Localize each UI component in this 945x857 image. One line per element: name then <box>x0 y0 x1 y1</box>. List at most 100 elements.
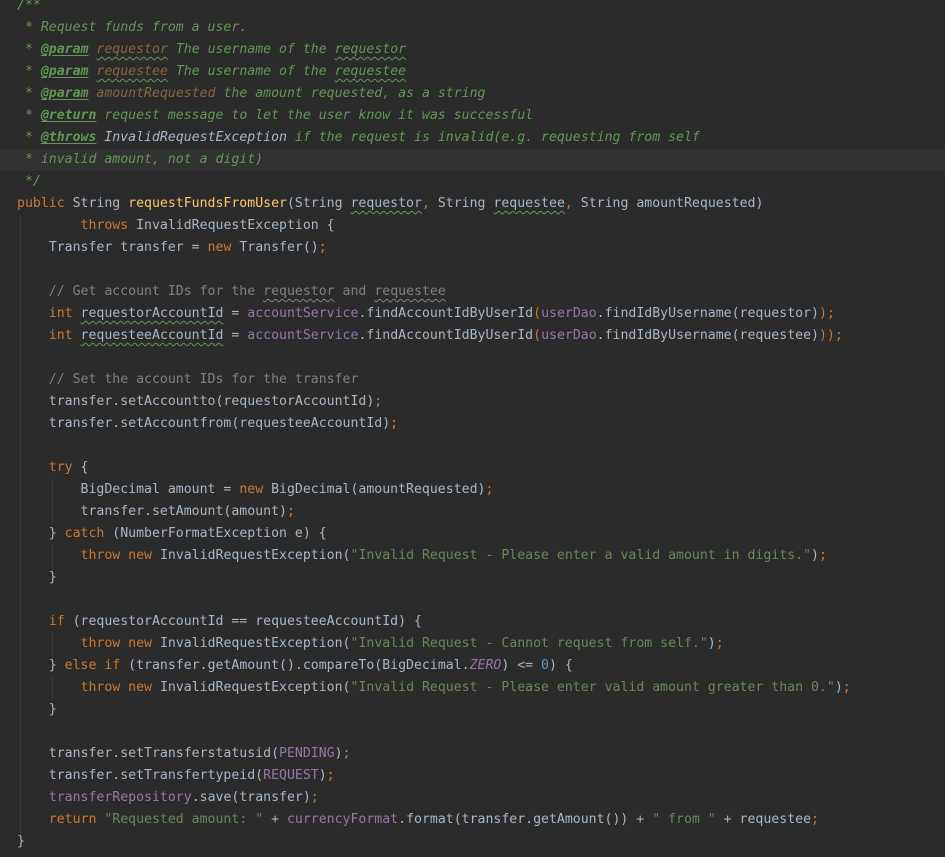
indent-guide <box>52 633 53 655</box>
code-token: * <box>17 130 41 145</box>
code-line[interactable]: } <box>0 699 945 721</box>
code-token: InvalidRequestException( <box>159 548 351 563</box>
code-token: requestor <box>350 196 422 211</box>
code-token: } <box>17 570 57 585</box>
code-token: requestee <box>374 284 446 299</box>
code-token: .findIdByUsername(requestee) <box>596 328 819 343</box>
code-token: ; <box>390 416 399 431</box>
code-line-text: // Get account IDs for the requestor and… <box>17 281 446 303</box>
code-line[interactable]: int requesteeAccountId = accountService.… <box>0 325 945 347</box>
code-line[interactable]: // Set the account IDs for the transfer <box>0 369 945 391</box>
code-line[interactable]: } catch (NumberFormatException e) { <box>0 523 945 545</box>
code-token: PENDING <box>279 746 335 761</box>
code-line[interactable]: * @param amountRequested the amount requ… <box>0 83 945 105</box>
code-line[interactable]: // Get account IDs for the requestor and… <box>0 281 945 303</box>
code-token: ) <box>318 768 327 783</box>
code-token: .findIdByUsername(requestor) <box>596 306 819 321</box>
code-token: String <box>437 196 494 211</box>
code-line[interactable]: * @param requestor The username of the r… <box>0 39 945 61</box>
code-token: { <box>80 460 89 475</box>
indent-guide <box>20 215 21 831</box>
code-line[interactable]: throws InvalidRequestException { <box>0 215 945 237</box>
code-line[interactable]: try { <box>0 457 945 479</box>
code-line[interactable]: transferRepository.save(transfer); <box>0 787 945 809</box>
code-token: = <box>223 306 248 321</box>
code-line[interactable]: transfer.setAmount(amount); <box>0 501 945 523</box>
code-line[interactable]: * invalid amount, not a digit) <box>0 149 945 171</box>
code-token: = <box>223 328 248 343</box>
code-token: } <box>17 526 65 541</box>
code-token: } <box>17 658 65 673</box>
code-token: ; <box>318 240 327 255</box>
code-line[interactable]: } <box>0 567 945 589</box>
code-token: requestor <box>263 284 335 299</box>
code-line[interactable]: int requestorAccountId = accountService.… <box>0 303 945 325</box>
code-line[interactable] <box>0 589 945 611</box>
code-line[interactable]: throw new InvalidRequestException("Inval… <box>0 677 945 699</box>
code-line[interactable]: transfer.setAccountfrom(requesteeAccount… <box>0 413 945 435</box>
code-line[interactable]: transfer.setTransfertypeid(REQUEST); <box>0 765 945 787</box>
code-line[interactable]: BigDecimal amount = new BigDecimal(amoun… <box>0 479 945 501</box>
code-editor[interactable]: /** * Request funds from a user. * @para… <box>0 0 945 857</box>
code-line[interactable]: Transfer transfer = new Transfer(); <box>0 237 945 259</box>
code-token: ; <box>811 812 819 827</box>
code-line[interactable]: transfer.setAccountto(requestorAccountId… <box>0 391 945 413</box>
code-token: requestor <box>96 42 168 57</box>
code-token: * <box>17 64 41 79</box>
code-line[interactable]: } <box>0 831 945 853</box>
code-token: the amount requested, as a string <box>215 86 486 101</box>
code-line[interactable]: public String requestFundsFromUser(Strin… <box>0 193 945 215</box>
code-line-text: public String requestFundsFromUser(Strin… <box>17 193 763 215</box>
code-token: Transfer transfer = <box>17 240 208 255</box>
code-line[interactable]: * @param requestee The username of the r… <box>0 61 945 83</box>
code-token: transferRepository <box>48 790 192 805</box>
code-line-text: * @param requestee The username of the r… <box>17 61 406 83</box>
code-token: accountService <box>247 328 359 343</box>
code-token: .findAccountIdByUserId <box>358 306 534 321</box>
code-token: int <box>48 328 81 343</box>
code-token: Transfer() <box>239 240 319 255</box>
code-token: ) <box>834 680 843 695</box>
code-line-text: * invalid amount, not a digit) <box>17 149 263 171</box>
code-token: The username of the <box>167 64 335 79</box>
code-token: // Get account IDs for the <box>17 284 264 299</box>
code-line[interactable]: transfer.setTransferstatusid(PENDING); <box>0 743 945 765</box>
indent-guide <box>52 677 53 699</box>
code-line-text: } catch (NumberFormatException e) { <box>17 523 327 545</box>
code-line-text: */ <box>17 171 41 193</box>
code-token: ; <box>326 768 335 783</box>
code-token: ) <box>811 548 819 563</box>
code-line[interactable]: /** <box>0 0 945 17</box>
code-line[interactable] <box>0 721 945 743</box>
code-token: 0 <box>541 658 549 673</box>
code-line[interactable] <box>0 347 945 369</box>
code-line-text: transfer.setTransferstatusid(PENDING); <box>17 743 351 765</box>
code-token: ( <box>533 306 542 321</box>
code-token: ); <box>818 306 835 321</box>
code-token: transfer.setTransferstatusid( <box>17 746 280 761</box>
code-token: ; <box>286 504 295 519</box>
code-token: ) <box>707 636 716 651</box>
code-line-text: transfer.setAccountfrom(requesteeAccount… <box>17 413 398 435</box>
code-line[interactable]: } else if (transfer.getAmount().compareT… <box>0 655 945 677</box>
code-line-text: } <box>17 567 57 589</box>
code-line-text: * @param amountRequested the amount requ… <box>17 83 486 105</box>
code-line[interactable]: * @return request message to let the use… <box>0 105 945 127</box>
code-line[interactable] <box>0 259 945 281</box>
code-line[interactable]: * Request funds from a user. <box>0 17 945 39</box>
code-line[interactable]: return "Requested amount: " + currencyFo… <box>0 809 945 831</box>
code-line[interactable]: * @throws InvalidRequestException if the… <box>0 127 945 149</box>
code-line-text: * @return request message to let the use… <box>17 105 533 127</box>
code-token: ; <box>715 636 724 651</box>
code-line[interactable]: throw new InvalidRequestException("Inval… <box>0 545 945 567</box>
code-token: */ <box>17 174 41 189</box>
code-line[interactable] <box>0 435 945 457</box>
code-token: transfer.setTransfertypeid( <box>17 768 264 783</box>
code-line[interactable]: throw new InvalidRequestException("Inval… <box>0 633 945 655</box>
code-line[interactable]: */ <box>0 171 945 193</box>
code-line[interactable]: if (requestorAccountId == requesteeAccou… <box>0 611 945 633</box>
